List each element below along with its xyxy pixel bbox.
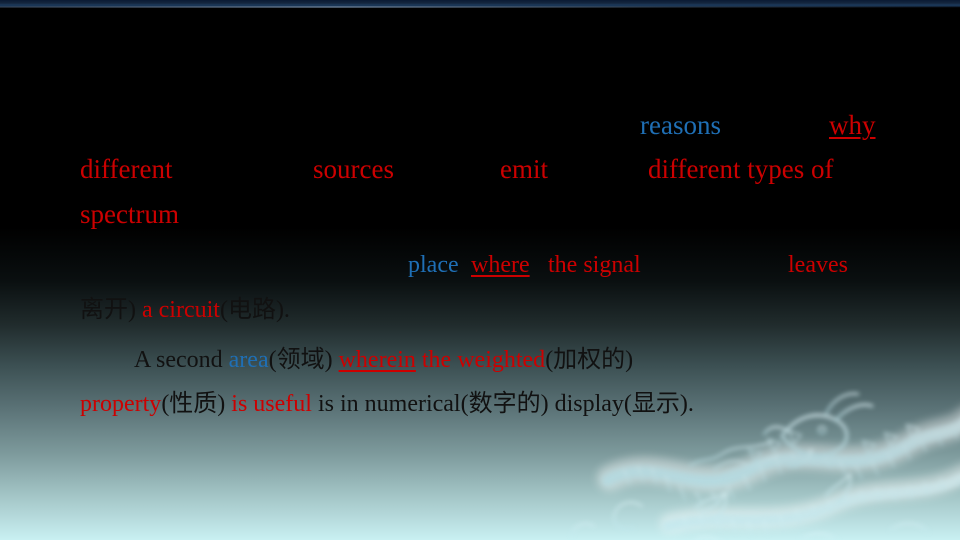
line-property: property(性质) is useful is in numerical(数… <box>80 392 694 416</box>
text-property-cn: (性质) <box>161 391 232 417</box>
text-emit: emit <box>500 154 548 184</box>
text-weighted-cn: (加权的) <box>545 347 634 373</box>
text-property: property <box>80 391 162 417</box>
text-a-second: A second <box>134 347 229 373</box>
text-a-circuit: a circuit <box>142 297 220 323</box>
text-the-signal: the signal <box>542 252 641 278</box>
text-place: place <box>408 252 465 278</box>
text-area: area <box>228 347 269 373</box>
text-circuit-cn: (电路). <box>219 297 290 323</box>
text-why: why <box>829 110 876 140</box>
text-reasons: reasons <box>640 110 721 140</box>
text-sources: sources <box>313 154 394 184</box>
line-circuit: 离开) a circuit(电路). <box>80 298 290 322</box>
slide-canvas: reasons why different sources emit diffe… <box>0 0 960 540</box>
text-leaves: leaves <box>788 252 848 278</box>
text-the-weighted: the weighted <box>415 347 546 373</box>
text-tail: is in numerical(数字的) display(显示). <box>311 391 694 417</box>
text-leave-cn: 离开) <box>80 297 142 323</box>
text-wherein: wherein <box>338 347 416 373</box>
text-is-useful: is useful <box>231 391 312 417</box>
text-different-types-of: different types of <box>648 154 834 184</box>
text-area-cn: (领域) <box>268 347 339 373</box>
top-accent-highlight <box>0 6 960 8</box>
text-different: different <box>80 154 173 184</box>
text-where: where <box>471 252 530 278</box>
chinese-dragon-watermark <box>571 392 960 540</box>
text-spectrum: spectrum <box>80 199 179 229</box>
line-second-area: A second area(领域) wherein the weighted(加… <box>134 348 633 372</box>
